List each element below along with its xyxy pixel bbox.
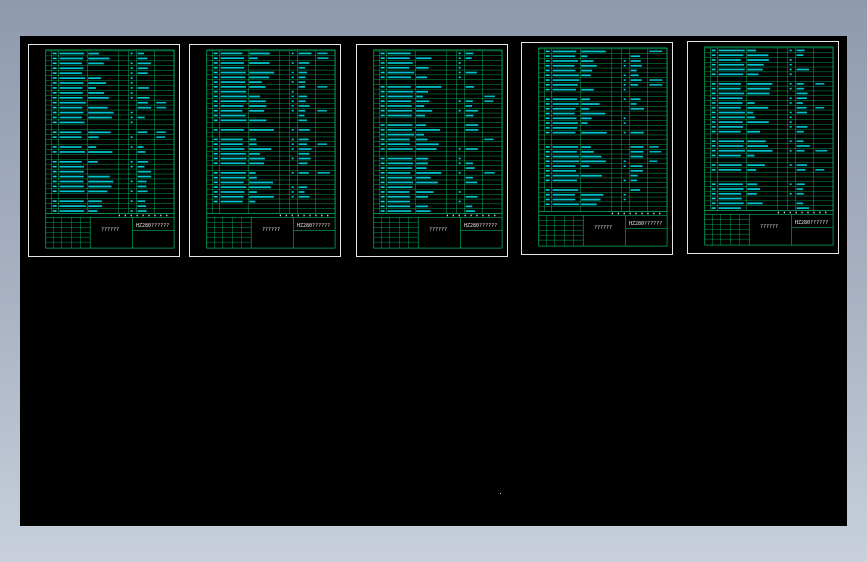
title-block-name: ??????: [594, 225, 613, 231]
title-block-drawing-number: HZ280??????: [464, 223, 498, 229]
cad-drawing-canvas[interactable]: ?????? HZ280?????? ?????? HZ280?????? ????…: [20, 36, 847, 526]
drawing-sheet-3[interactable]: ?????? HZ280??????: [356, 44, 508, 257]
title-block-name: ??????: [429, 227, 448, 233]
drawing-sheet-1[interactable]: ?????? HZ280??????: [28, 44, 180, 257]
title-block-name: ??????: [262, 227, 281, 233]
drawing-sheet-2[interactable]: ?????? HZ280??????: [189, 44, 341, 257]
drawing-sheet-4[interactable]: ?????? HZ280??????: [521, 42, 673, 255]
drawing-sheet-5[interactable]: ?????? HZ280??????: [687, 41, 839, 254]
title-block-drawing-number: HZ280??????: [297, 223, 331, 229]
ucs-origin-marker: [500, 493, 501, 494]
title-block-drawing-number: HZ280??????: [136, 223, 170, 229]
title-block-drawing-number: HZ280??????: [795, 220, 829, 226]
title-block-drawing-number: HZ280??????: [629, 221, 663, 227]
title-block-name: ??????: [760, 224, 779, 230]
title-block-name: ??????: [101, 227, 120, 233]
